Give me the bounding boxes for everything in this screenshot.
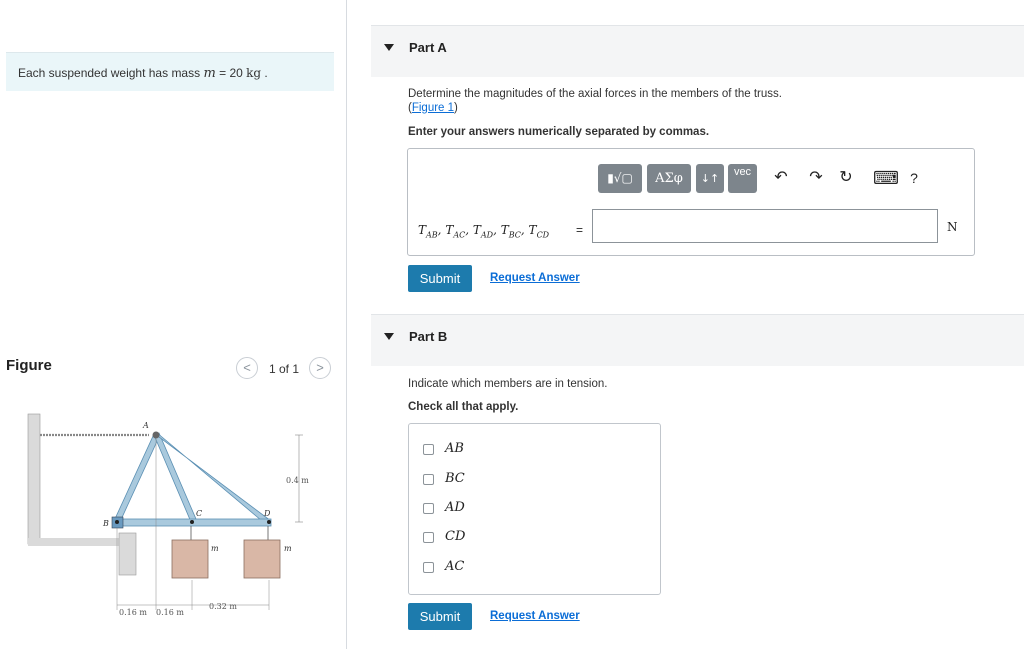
pin-d — [267, 520, 271, 524]
problem-statement: Each suspended weight has mass m = 20 kg… — [6, 52, 334, 91]
option-label: BC — [445, 471, 465, 486]
var-tcd: TCD — [528, 223, 550, 240]
wall — [27, 413, 41, 545]
dim-height-label: 0.4 m — [286, 476, 309, 485]
figure-link-wrapper: (Figure 1) — [408, 102, 458, 114]
option-label: AB — [445, 441, 464, 456]
figure-link[interactable]: Figure 1 — [412, 102, 454, 114]
answer-unit: N — [947, 220, 958, 234]
figure-header: Figure < 1 of 1 > — [0, 352, 346, 382]
part-b-instruction: Indicate which members are in tension. — [408, 378, 608, 390]
label-a: A — [142, 421, 149, 430]
sub-sup-button[interactable]: ↓↑ — [696, 164, 724, 193]
left-panel: Each suspended weight has mass m = 20 kg… — [0, 0, 347, 649]
collapse-triangle-icon[interactable] — [384, 333, 394, 340]
figure-title: Figure — [6, 357, 52, 374]
label-mass-2: m — [284, 544, 292, 553]
part-a-header[interactable]: Part A — [371, 25, 1024, 77]
wall-ledge — [118, 532, 137, 576]
vector-button[interactable]: vec — [728, 164, 757, 193]
reset-icon[interactable]: ↻ — [835, 167, 857, 189]
label-d: D — [263, 509, 271, 518]
checkbox-ab[interactable] — [423, 444, 434, 455]
part-a-label: Part A — [409, 40, 447, 55]
label-b: B — [102, 519, 109, 528]
label-mass-1: m — [211, 544, 219, 553]
problem-text: Each suspended weight has mass — [18, 66, 204, 80]
pin-a — [152, 431, 160, 439]
answer-variables: TAB, TAC, TAD, TBC, TCD — [418, 223, 550, 240]
var-tac: TAC — [445, 223, 466, 240]
pin-b — [115, 520, 119, 524]
answer-input[interactable] — [592, 209, 938, 243]
checkbox-cd[interactable] — [423, 532, 434, 543]
help-icon[interactable]: ? — [903, 167, 925, 189]
weight-2 — [243, 539, 281, 579]
option-label: CD — [445, 529, 466, 544]
part-a-instruction: Determine the magnitudes of the axial fo… — [408, 88, 782, 100]
part-b-note: Check all that apply. — [408, 401, 519, 413]
var-tab: TAB — [418, 223, 438, 240]
figure-next-button[interactable]: > — [309, 357, 331, 379]
var-tad: TAD — [472, 223, 494, 240]
part-b-request-answer-link[interactable]: Request Answer — [490, 610, 580, 622]
redo-icon[interactable]: ↷ — [805, 167, 827, 189]
part-b-header[interactable]: Part B — [371, 314, 1024, 366]
option-label: AD — [445, 500, 465, 515]
pin-c — [190, 520, 194, 524]
problem-suffix: . — [261, 66, 268, 80]
member-ab — [113, 433, 160, 525]
figure-prev-button[interactable]: < — [236, 357, 258, 379]
keyboard-icon[interactable]: ⌨ — [873, 167, 899, 189]
matrix-sqrt-button[interactable]: ▮√▢ — [598, 164, 642, 193]
mass-value: = 20 — [215, 66, 247, 80]
dim-b-label: 0.16 m — [156, 608, 184, 617]
checkbox-ad[interactable] — [423, 503, 434, 514]
checkbox-bc[interactable] — [423, 474, 434, 485]
member-ac — [153, 432, 197, 523]
figure-counter: 1 of 1 — [269, 362, 300, 376]
mass-unit: kg — [246, 66, 262, 80]
part-a-submit-button[interactable]: Submit — [408, 265, 472, 292]
option-label: AC — [445, 559, 465, 574]
dim-c-label: 0.32 m — [209, 602, 237, 611]
collapse-triangle-icon[interactable] — [384, 44, 394, 51]
part-b-submit-button[interactable]: Submit — [408, 603, 472, 630]
var-tbc: TBC — [500, 223, 521, 240]
part-a-request-answer-link[interactable]: Request Answer — [490, 272, 580, 284]
weight-1 — [171, 539, 209, 579]
tension-checklist: AB BC AD CD AC — [408, 423, 661, 595]
mass-variable: m — [203, 66, 216, 81]
dim-a-label: 0.16 m — [119, 608, 147, 617]
undo-icon[interactable]: ↶ — [770, 167, 792, 189]
part-a-note: Enter your answers numerically separated… — [408, 126, 710, 138]
checkbox-ac[interactable] — [423, 562, 434, 573]
greek-symbols-button[interactable]: ΑΣφ — [647, 164, 691, 193]
truss-figure: A B C D m m 0.4 m 0.16 m 0.16 m 0.32 m — [27, 413, 309, 617]
answer-box: ▮√▢ ΑΣφ ↓↑ vec ↶ ↷ ↻ ⌨ ? TAB, TAC, TAD, … — [407, 148, 975, 256]
equals-sign: = — [576, 223, 584, 237]
part-b-label: Part B — [409, 329, 448, 344]
label-c: C — [196, 509, 202, 518]
